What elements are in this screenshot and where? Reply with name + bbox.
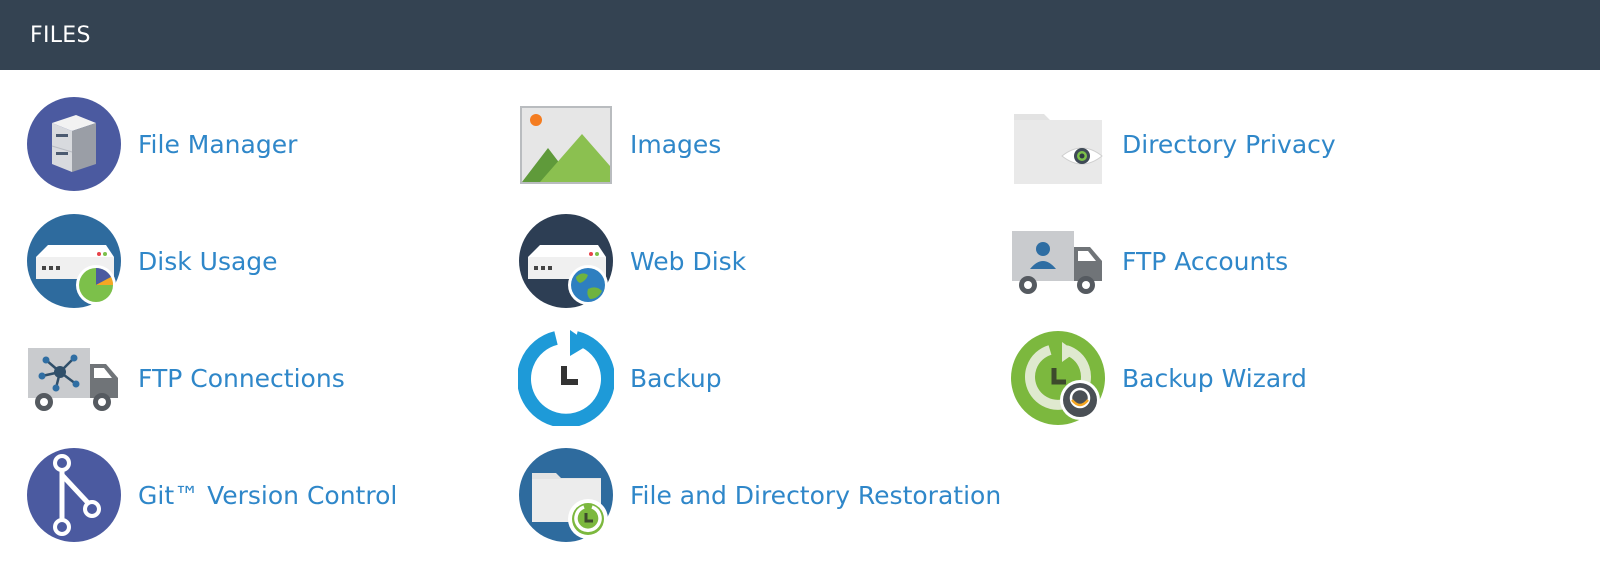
directory-privacy-icon: [1010, 96, 1106, 192]
file-directory-restoration-icon: [518, 447, 614, 543]
file-manager-link[interactable]: File Manager: [26, 96, 518, 192]
ftp-accounts-icon: [1010, 213, 1106, 309]
backup-wizard-label: Backup Wizard: [1122, 363, 1307, 393]
ftp-accounts-label: FTP Accounts: [1122, 246, 1289, 276]
disk-usage-icon: [26, 213, 122, 309]
web-disk-label: Web Disk: [630, 246, 747, 276]
ftp-connections-label: FTP Connections: [138, 363, 345, 393]
backup-icon: [518, 330, 614, 426]
images-icon: [518, 96, 614, 192]
file-manager-icon: [26, 96, 122, 192]
backup-label: Backup: [630, 363, 722, 393]
ftp-connections-link[interactable]: FTP Connections: [26, 330, 518, 426]
ftp-connections-icon: [26, 330, 122, 426]
backup-wizard-link[interactable]: Backup Wizard: [1010, 330, 1502, 426]
files-tools-grid: File Manager Images Directory Privacy Di…: [0, 70, 1600, 564]
disk-usage-link[interactable]: Disk Usage: [26, 213, 518, 309]
web-disk-link[interactable]: Web Disk: [518, 213, 1010, 309]
backup-link[interactable]: Backup: [518, 330, 1010, 426]
file-manager-label: File Manager: [138, 129, 298, 159]
git-version-control-link[interactable]: Git™ Version Control: [26, 447, 518, 543]
directory-privacy-link[interactable]: Directory Privacy: [1010, 96, 1502, 192]
images-label: Images: [630, 129, 722, 159]
images-link[interactable]: Images: [518, 96, 1010, 192]
backup-wizard-icon: [1010, 330, 1106, 426]
file-directory-restoration-link[interactable]: File and Directory Restoration: [518, 447, 1010, 543]
files-section-header[interactable]: FILES: [0, 0, 1600, 70]
git-version-control-icon: [26, 447, 122, 543]
directory-privacy-label: Directory Privacy: [1122, 129, 1336, 159]
git-version-control-label: Git™ Version Control: [138, 480, 398, 510]
file-directory-restoration-label: File and Directory Restoration: [630, 480, 1002, 510]
section-title: FILES: [30, 22, 91, 48]
web-disk-icon: [518, 213, 614, 309]
disk-usage-label: Disk Usage: [138, 246, 278, 276]
ftp-accounts-link[interactable]: FTP Accounts: [1010, 213, 1502, 309]
